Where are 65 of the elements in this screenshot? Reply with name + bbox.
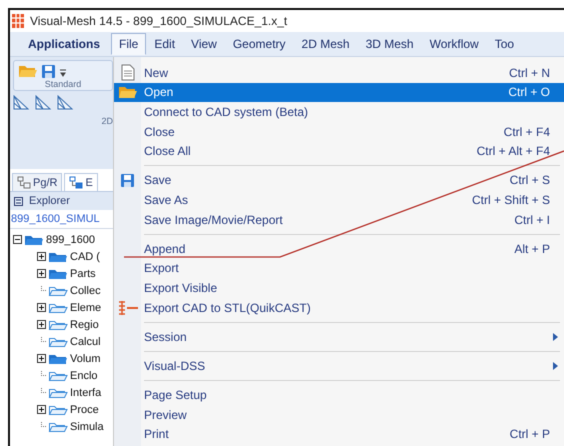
menu-item[interactable]: Append Alt + P [114,238,564,259]
tree-view-icon [69,176,84,189]
menu-item[interactable]: Geometry [224,33,294,55]
menu-item[interactable]: Workflow [422,33,487,55]
expand-icon[interactable] [37,320,46,329]
mesh-icon[interactable] [35,95,52,110]
menu-item[interactable]: New Ctrl + N [114,63,564,83]
tree-item[interactable]: Eleme [70,302,102,314]
collapse-icon[interactable] [14,196,23,206]
menu-item[interactable]: Export [114,258,564,278]
expand-icon[interactable] [37,405,46,414]
tree-item[interactable]: Interfa [70,386,102,398]
expand-icon[interactable] [37,252,46,261]
menu-item[interactable]: Session [114,326,564,346]
menu-item[interactable]: Export Visible [114,278,564,298]
tree-item[interactable]: Calcul [70,336,101,348]
collapse-icon[interactable] [13,235,22,244]
expand-icon[interactable] [37,269,46,278]
tree-view-icon [17,176,31,189]
menu-item[interactable]: Print Ctrl + P [114,424,564,444]
document-icon [120,64,136,82]
panel-header: Explorer [29,195,70,207]
app-logo-icon [12,14,24,28]
tree-item[interactable]: CAD ( [70,250,100,262]
menu-item[interactable]: Edit [146,33,184,55]
tree-item[interactable]: Parts [70,268,96,280]
menu-item[interactable]: Close Ctrl + F4 [114,122,564,142]
menu-item[interactable]: Page Setup [114,385,564,405]
export-icon [116,300,138,316]
menu-item[interactable]: Close All Ctrl + Alt + F4 [114,141,564,161]
folder-icon [18,64,38,79]
expand-icon[interactable] [37,303,46,312]
menu-item[interactable]: File [111,33,146,55]
menu-item[interactable]: Save As Ctrl + Shift + S [114,190,564,210]
tree-item[interactable]: Proce [70,404,99,416]
menu-item[interactable]: View [183,33,225,55]
mesh-icon[interactable] [57,95,74,110]
menu-item[interactable]: Connect to CAD system (Beta) [114,102,564,122]
tree-item[interactable]: Collec [70,284,101,296]
menu-item[interactable]: Save Image/Movie/Report Ctrl + I [114,210,564,230]
menu-item[interactable]: Applications [20,33,112,55]
menu-item[interactable]: Export CAD to STL(QuikCAST) [114,298,564,318]
tree-item[interactable]: Volum [70,352,101,364]
menu-item[interactable]: Too [486,33,522,55]
tree-item[interactable]: 899_1600 [46,234,95,246]
tree-item[interactable]: Simula [70,420,104,432]
save-icon [41,64,56,79]
dropdown-icon[interactable] [59,66,67,76]
save-icon [120,172,135,188]
panel-tab[interactable]: E [64,173,98,191]
mesh-icon[interactable] [13,95,30,110]
menu-item[interactable]: Preview [114,404,564,424]
menu-item[interactable]: Save Ctrl + S [114,170,564,190]
folder-icon [118,84,138,100]
menu-item[interactable]: 3D Mesh [358,33,422,55]
menu-item[interactable]: 2D Mesh [294,33,358,55]
group-label: 2D [101,116,113,126]
window-title: Visual-Mesh 14.5 - 899_1600_SIMULACE_1.x_t [30,14,288,28]
menu-item[interactable]: Open Ctrl + O [114,82,564,102]
tree-item[interactable]: Regio [70,318,99,330]
menu-item[interactable]: Visual-DSS [114,356,564,376]
panel-tab[interactable]: Pg/R [12,173,62,191]
expand-icon[interactable] [37,354,46,363]
group-label: Standard [44,79,82,89]
tree-item[interactable]: Enclo [70,370,98,382]
